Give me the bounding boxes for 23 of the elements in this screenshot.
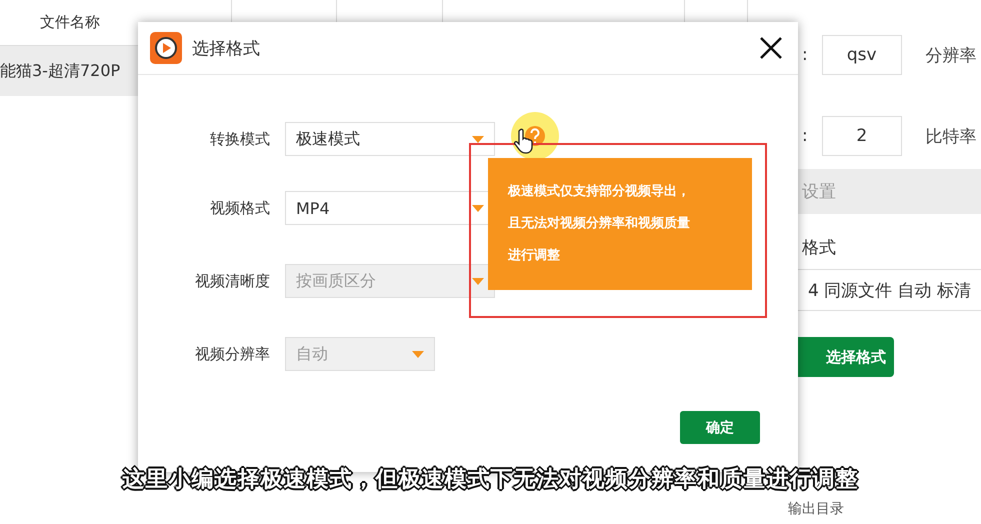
tooltip: 极速模式仅支持部分视频导出， 且无法对视频分辨率和视频质量 进行调整 [488,158,752,290]
caret-icon [472,204,484,212]
colon: : [802,126,808,146]
field-label: 分辨率 [926,44,977,66]
field-label: 比特率 [926,126,977,148]
field-label: 视频分辨率 [194,344,270,364]
format-label: 格式 [802,238,836,258]
close-button[interactable] [758,35,784,61]
value-field[interactable]: 2 [822,116,902,156]
colon: : [802,45,808,65]
field-label: 视频格式 [209,198,270,218]
caret-icon [472,136,484,142]
dropdown[interactable]: 极速模式 [285,122,495,156]
play-logo-icon [150,32,182,64]
output-dir-label: 输出目录 [788,500,844,518]
confirm-button[interactable]: 确定 [680,411,760,444]
field-label: 转换模式 [209,130,270,148]
value-field[interactable]: qsv [822,35,902,75]
field-label: 视频清晰度 [194,272,270,290]
caret-icon [472,278,484,284]
caret-icon [412,350,424,358]
hand-cursor-icon [514,128,534,154]
subtitle: 这里小编选择极速模式，但极速模式下无法对视频分辨率和质量进行调整 [122,464,858,494]
